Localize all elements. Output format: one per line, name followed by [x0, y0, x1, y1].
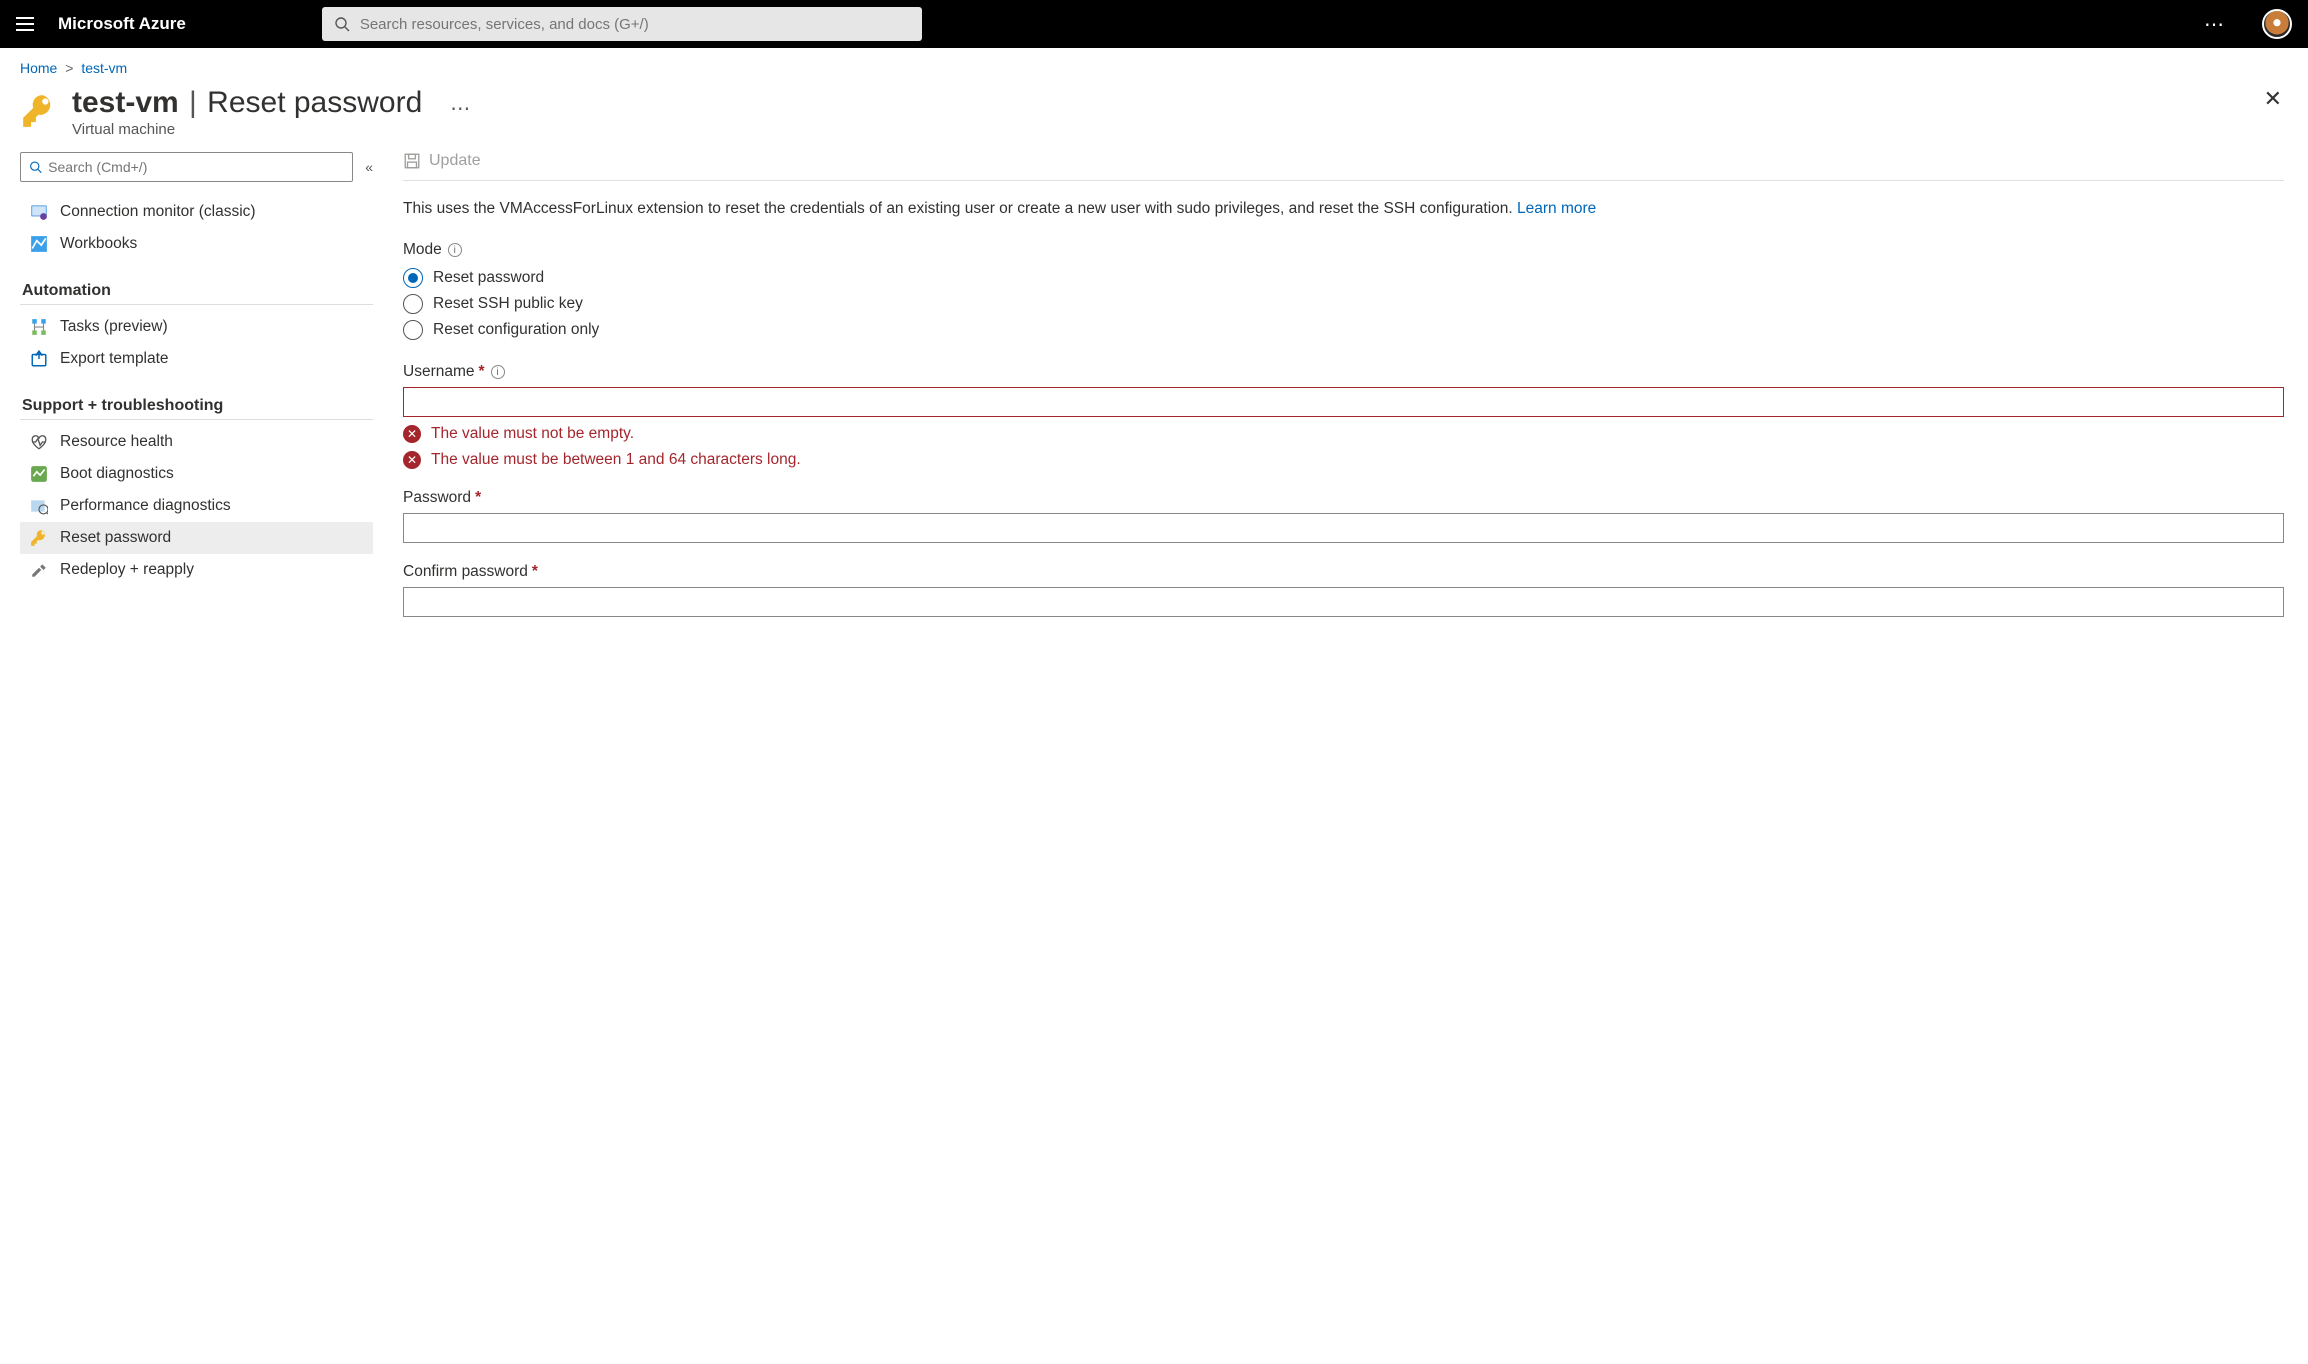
sidebar-search-input[interactable]	[48, 159, 344, 175]
global-search-input[interactable]	[360, 16, 910, 33]
sidebar-item-label: Connection monitor (classic)	[60, 203, 256, 221]
sidebar-item-label: Redeploy + reapply	[60, 561, 194, 579]
key-icon	[30, 529, 48, 547]
confirm-password-label: Confirm password	[403, 563, 528, 581]
mode-label: Mode	[403, 241, 442, 259]
password-label: Password	[403, 489, 471, 507]
hamburger-menu[interactable]	[16, 17, 34, 31]
brand-label: Microsoft Azure	[58, 14, 186, 34]
mode-option-reset-password[interactable]: Reset password	[403, 265, 2284, 291]
perf-diag-icon	[30, 497, 48, 515]
sidebar-item-performance-diagnostics[interactable]: Performance diagnostics	[20, 490, 373, 522]
save-icon	[403, 152, 421, 170]
search-icon	[29, 160, 42, 174]
sidebar-item-label: Resource health	[60, 433, 173, 451]
mode-option-reset-ssh[interactable]: Reset SSH public key	[403, 291, 2284, 317]
confirm-password-input[interactable]	[403, 587, 2284, 617]
update-label: Update	[429, 152, 481, 170]
username-input[interactable]	[403, 387, 2284, 417]
radio-label: Reset password	[433, 269, 544, 287]
close-icon[interactable]: ✕	[2264, 86, 2282, 112]
description-text: This uses the VMAccessForLinux extension…	[403, 197, 2284, 221]
username-error: ✕ The value must be between 1 and 64 cha…	[403, 451, 2284, 469]
error-icon: ✕	[403, 425, 421, 443]
sidebar-item-label: Reset password	[60, 529, 171, 547]
sidebar-item-reset-password[interactable]: Reset password	[20, 522, 373, 554]
sidebar-item-resource-health[interactable]: Resource health	[20, 426, 373, 458]
heart-icon	[30, 433, 48, 451]
page-title: test-vm | Reset password	[72, 86, 422, 120]
breadcrumb: Home > test-vm	[0, 48, 2308, 76]
sidebar-item-redeploy[interactable]: Redeploy + reapply	[20, 554, 373, 586]
hammer-icon	[30, 561, 48, 579]
sidebar-item-boot-diagnostics[interactable]: Boot diagnostics	[20, 458, 373, 490]
sidebar-item-export-template[interactable]: Export template	[20, 343, 373, 375]
error-icon: ✕	[403, 451, 421, 469]
monitor-icon	[30, 203, 48, 221]
sidebar-item-workbooks[interactable]: Workbooks	[20, 228, 373, 260]
required-indicator: *	[475, 489, 481, 507]
collapse-sidebar-icon[interactable]: «	[365, 159, 373, 175]
required-indicator: *	[532, 563, 538, 581]
sidebar-item-tasks[interactable]: Tasks (preview)	[20, 311, 373, 343]
title-more-icon[interactable]: ⋯	[450, 86, 472, 121]
topbar-more-icon[interactable]: ⋯	[2204, 12, 2226, 37]
sidebar-section-support: Support + troubleshooting	[20, 397, 373, 420]
info-icon[interactable]: i	[448, 243, 462, 257]
radio-label: Reset SSH public key	[433, 295, 583, 313]
sidebar-item-connection-monitor[interactable]: Connection monitor (classic)	[20, 196, 373, 228]
sidebar-item-label: Tasks (preview)	[60, 318, 168, 336]
learn-more-link[interactable]: Learn more	[1517, 200, 1596, 217]
global-search[interactable]	[322, 7, 922, 41]
sidebar-item-label: Workbooks	[60, 235, 137, 253]
sidebar-item-label: Export template	[60, 350, 169, 368]
page-subtitle: Virtual machine	[72, 121, 472, 138]
required-indicator: *	[479, 363, 485, 381]
username-label: Username	[403, 363, 475, 381]
breadcrumb-home[interactable]: Home	[20, 60, 57, 76]
search-icon	[334, 16, 350, 32]
user-avatar[interactable]	[2262, 9, 2292, 39]
info-icon[interactable]: i	[491, 365, 505, 379]
export-icon	[30, 350, 48, 368]
sidebar-item-label: Boot diagnostics	[60, 465, 174, 483]
sidebar-item-label: Performance diagnostics	[60, 497, 231, 515]
key-icon	[20, 92, 58, 130]
boot-diag-icon	[30, 465, 48, 483]
tasks-icon	[30, 318, 48, 336]
radio-label: Reset configuration only	[433, 321, 599, 339]
username-error: ✕ The value must not be empty.	[403, 425, 2284, 443]
sidebar-section-automation: Automation	[20, 282, 373, 305]
breadcrumb-resource[interactable]: test-vm	[81, 60, 127, 76]
update-button[interactable]: Update	[403, 152, 481, 170]
password-input[interactable]	[403, 513, 2284, 543]
mode-option-reset-config[interactable]: Reset configuration only	[403, 317, 2284, 343]
workbook-icon	[30, 235, 48, 253]
sidebar-search[interactable]	[20, 152, 353, 182]
